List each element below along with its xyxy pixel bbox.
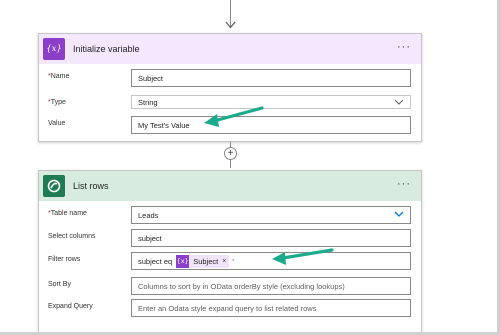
variable-type-label: *Type <box>48 99 66 106</box>
sort-by-label: Sort By <box>48 281 71 288</box>
dataverse-icon <box>43 175 65 197</box>
expand-query-input[interactable]: Enter an Odata style expand query to lis… <box>131 299 411 317</box>
add-step-button[interactable]: + <box>224 147 237 160</box>
connector-arrow-down-icon <box>225 21 236 29</box>
variable-name-input[interactable]: Subject <box>131 69 411 87</box>
table-name-label: *Table name <box>48 210 87 217</box>
remove-token-icon[interactable]: × <box>222 258 229 265</box>
initialize-variable-header[interactable]: {x} Initialize variable ··· <box>39 34 421 64</box>
variable-icon: {x} <box>43 38 65 60</box>
list-rows-title: List rows <box>73 181 109 191</box>
annotation-arrow-icon <box>272 248 334 265</box>
more-options-icon[interactable]: ··· <box>397 179 411 190</box>
filter-rows-prefix: subject eq <box>138 256 173 266</box>
variable-value-label: Value <box>48 120 66 127</box>
variable-type-dropdown[interactable]: String <box>131 95 411 109</box>
canvas: {x} Initialize variable ··· *Name Subjec… <box>0 0 500 335</box>
subject-dynamic-token[interactable]: {x} Subject × <box>176 254 230 268</box>
token-label: Subject <box>193 256 219 266</box>
select-columns-row: Select columns subject <box>39 229 421 247</box>
variable-value-input[interactable]: My Test's Value <box>131 116 411 134</box>
table-name-dropdown[interactable]: Leads <box>131 206 411 224</box>
more-options-icon[interactable]: ··· <box>397 42 411 53</box>
filter-rows-suffix: ' <box>232 256 234 266</box>
variable-token-icon: {x} <box>176 254 190 268</box>
variable-name-row: *Name Subject <box>39 69 421 87</box>
initialize-variable-title: Initialize variable <box>73 44 140 54</box>
expand-query-label: Expand Query <box>48 303 93 310</box>
list-rows-header[interactable]: List rows ··· <box>39 171 421 201</box>
sort-by-row: Sort By Columns to sort by in OData orde… <box>39 277 421 295</box>
chevron-down-icon <box>394 99 404 105</box>
filter-rows-label: Filter rows <box>48 256 81 263</box>
table-name-row: *Table name Leads <box>39 206 421 224</box>
filter-rows-row: Filter rows subject eq {x} Subject × ' <box>39 252 421 270</box>
variable-name-label: *Name <box>48 73 70 80</box>
select-columns-label: Select columns <box>48 233 96 240</box>
sort-by-input[interactable]: Columns to sort by in OData orderBy styl… <box>131 277 411 295</box>
expand-query-row: Expand Query Enter an Odata style expand… <box>39 299 421 317</box>
chevron-down-icon <box>394 211 404 217</box>
annotation-arrow-icon <box>204 106 264 127</box>
list-rows-card[interactable]: List rows ··· *Table name Leads Select c… <box>38 170 422 335</box>
